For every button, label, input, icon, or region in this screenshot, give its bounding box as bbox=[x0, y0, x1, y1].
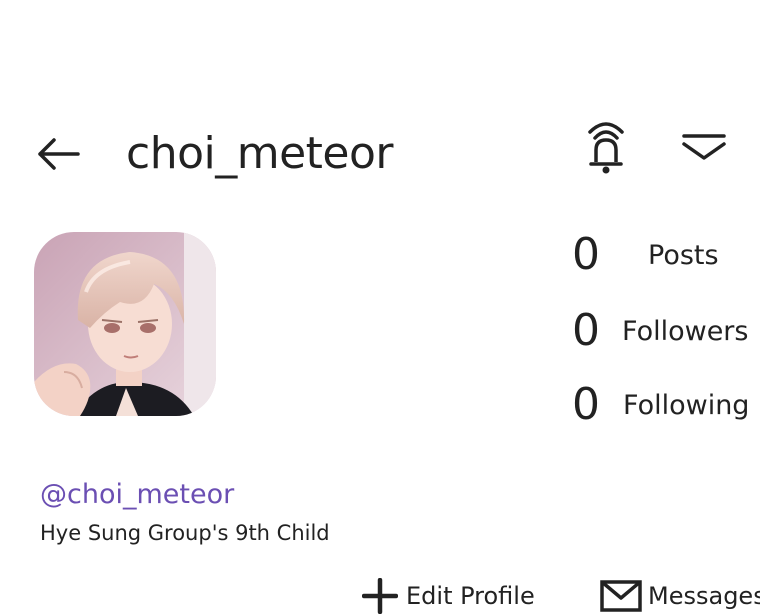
chevron-down-icon bbox=[682, 134, 726, 160]
followers-label: Followers bbox=[622, 316, 749, 347]
edit-profile-button[interactable]: Edit Profile bbox=[362, 576, 535, 616]
avatar-illustration bbox=[34, 232, 216, 416]
followers-count: 0 bbox=[572, 305, 600, 356]
back-button[interactable] bbox=[34, 134, 82, 174]
messages-button[interactable]: Messages bbox=[600, 576, 760, 616]
envelope-icon bbox=[600, 580, 642, 612]
notifications-button[interactable] bbox=[582, 118, 630, 176]
avatar[interactable] bbox=[34, 232, 216, 416]
menu-button[interactable] bbox=[680, 128, 728, 164]
following-count: 0 bbox=[572, 379, 600, 430]
arrow-left-icon bbox=[38, 138, 80, 170]
plus-icon bbox=[362, 578, 398, 614]
edit-profile-label: Edit Profile bbox=[406, 582, 535, 610]
profile-bio: Hye Sung Group's 9th Child bbox=[40, 521, 330, 545]
posts-count: 0 bbox=[572, 229, 600, 280]
posts-label: Posts bbox=[648, 240, 719, 271]
bell-ringing-icon bbox=[588, 122, 624, 174]
following-label: Following bbox=[623, 390, 750, 421]
messages-label: Messages bbox=[648, 582, 760, 610]
profile-handle[interactable]: @choi_meteor bbox=[40, 478, 234, 512]
page-title: choi_meteor bbox=[126, 128, 394, 179]
